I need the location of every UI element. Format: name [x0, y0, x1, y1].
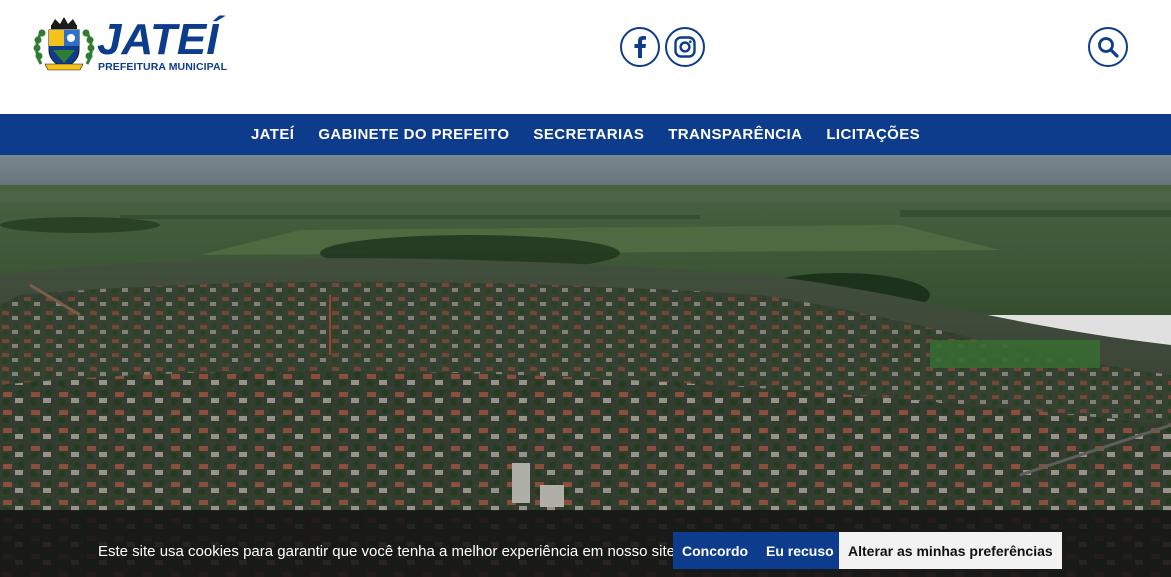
cookie-agree-button[interactable]: Concordo	[673, 532, 758, 569]
search-icon	[1098, 37, 1119, 58]
nav-item-secretarias[interactable]: SECRETARIAS	[533, 126, 644, 143]
facebook-icon	[634, 36, 646, 58]
nav-item-licitacoes[interactable]: LICITAÇÕES	[826, 126, 920, 143]
nav-item-transparencia[interactable]: TRANSPARÊNCIA	[668, 126, 802, 143]
main-navigation: JATEÍ GABINETE DO PREFEITO SECRETARIAS T…	[0, 114, 1171, 155]
search-button[interactable]	[1088, 27, 1128, 67]
cookie-message: Este site usa cookies para garantir que …	[98, 543, 680, 560]
social-links	[620, 27, 705, 67]
facebook-link[interactable]	[620, 27, 660, 67]
site-logo[interactable]: JATEÍ PREFEITURA MUNICIPAL	[33, 16, 227, 73]
logo-text: JATEÍ PREFEITURA MUNICIPAL	[97, 15, 228, 74]
coat-of-arms-icon	[33, 17, 95, 71]
cookie-refuse-button[interactable]: Eu recuso	[757, 532, 843, 569]
nav-item-jatei[interactable]: JATEÍ	[251, 126, 294, 143]
logo-subtitle: PREFEITURA MUNICIPAL	[98, 61, 228, 73]
logo-title: JATEÍ	[97, 15, 219, 64]
nav-item-gabinete[interactable]: GABINETE DO PREFEITO	[318, 126, 509, 143]
cookie-preferences-button[interactable]: Alterar as minhas preferências	[839, 532, 1062, 569]
instagram-link[interactable]	[665, 27, 705, 67]
site-header: JATEÍ PREFEITURA MUNICIPAL	[0, 0, 1171, 114]
instagram-icon	[674, 36, 696, 58]
